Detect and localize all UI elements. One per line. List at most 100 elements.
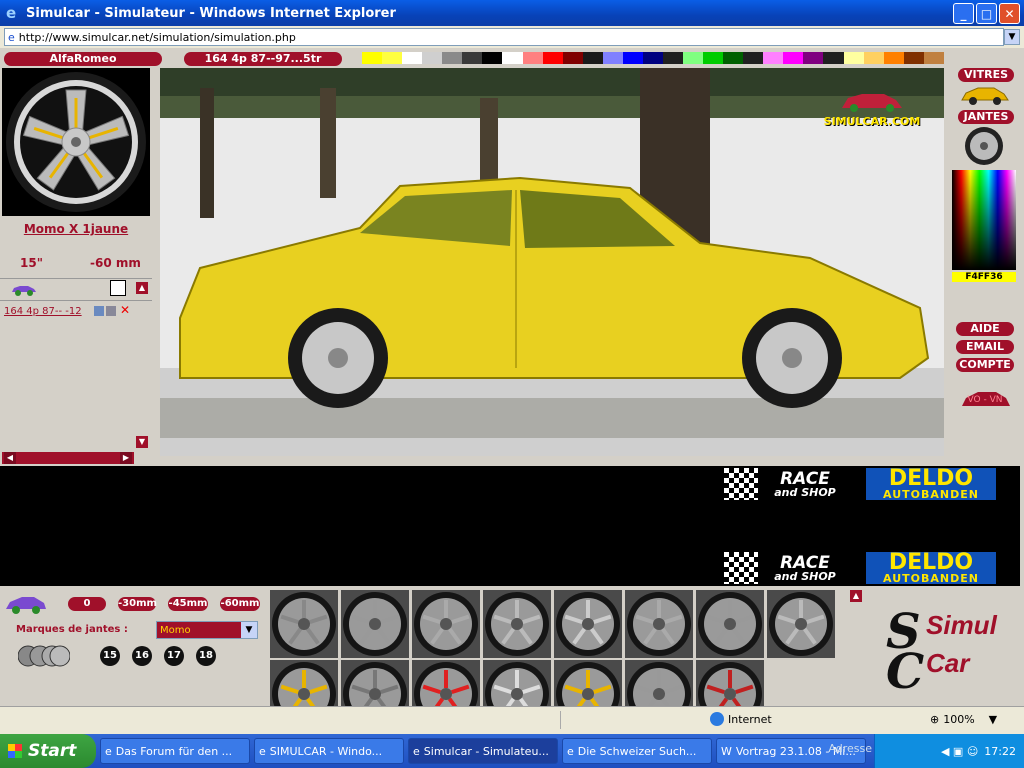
- horizontal-scrollbar[interactable]: [2, 452, 134, 464]
- palette-swatch[interactable]: [362, 52, 383, 64]
- offset-0-button[interactable]: 0: [68, 597, 106, 611]
- palette-swatch[interactable]: [562, 52, 583, 64]
- car-window-icon[interactable]: [960, 84, 1010, 106]
- wheel-thumbnail[interactable]: [554, 660, 622, 706]
- wheel-thumbnail[interactable]: [341, 660, 409, 706]
- color-spectrum-picker[interactable]: [952, 170, 1016, 270]
- close-button[interactable]: ✕: [999, 3, 1020, 24]
- zoom-control[interactable]: ⊕ 100% ▼: [930, 713, 997, 726]
- taskbar-item[interactable]: e SIMULCAR - Windo...: [254, 738, 404, 764]
- simulcar-logo-top[interactable]: SIMULCAR.COM: [822, 88, 922, 128]
- size-15-button[interactable]: 15: [100, 646, 120, 666]
- palette-swatch[interactable]: [743, 52, 764, 64]
- palette-swatch[interactable]: [803, 52, 824, 64]
- palette-swatch[interactable]: [502, 52, 523, 64]
- palette-swatch[interactable]: [602, 52, 623, 64]
- wheel-thumbnail[interactable]: [483, 590, 551, 658]
- color-palette[interactable]: [362, 52, 944, 64]
- save-icon[interactable]: [110, 280, 126, 296]
- url-dropdown-button[interactable]: ▼: [1004, 29, 1020, 45]
- palette-swatch[interactable]: [903, 52, 924, 64]
- palette-swatch[interactable]: [462, 52, 483, 64]
- tray-icons[interactable]: ◀ ▣ ☺: [941, 745, 978, 758]
- email-button[interactable]: EMAIL: [956, 340, 1014, 354]
- palette-swatch[interactable]: [522, 52, 543, 64]
- palette-swatch[interactable]: [883, 52, 904, 64]
- palette-swatch[interactable]: [622, 52, 643, 64]
- wheel-thumbnail[interactable]: [270, 660, 338, 706]
- scroll-right-button[interactable]: ▶: [120, 452, 132, 464]
- palette-swatch[interactable]: [863, 52, 884, 64]
- edit-icon[interactable]: [94, 306, 104, 316]
- wheel-thumbnail[interactable]: [696, 660, 764, 706]
- start-button[interactable]: Start: [0, 734, 96, 768]
- palette-swatch[interactable]: [823, 52, 844, 64]
- wheel-offset: -60 mm: [90, 256, 141, 270]
- wheel-thumbnail[interactable]: [412, 590, 480, 658]
- palette-swatch[interactable]: [703, 52, 724, 64]
- deldo-ad[interactable]: DELDO AUTOBANDEN: [866, 467, 996, 500]
- race-shop-ad[interactable]: RACE and SHOP: [724, 552, 852, 584]
- palette-swatch[interactable]: [642, 52, 663, 64]
- thumbs-scroll-up-button[interactable]: ▲: [850, 590, 862, 602]
- taskbar-item-label: Die Schweizer Such...: [577, 744, 697, 758]
- wheel-thumbnail[interactable]: [270, 590, 338, 658]
- minimize-button[interactable]: _: [953, 3, 974, 24]
- palette-swatch[interactable]: [442, 52, 463, 64]
- palette-swatch[interactable]: [683, 52, 704, 64]
- wheel-name-link[interactable]: Momo X 1jaune: [0, 222, 152, 236]
- wheels-stack-icon[interactable]: [17, 644, 71, 668]
- brand-select[interactable]: Momo ▼: [156, 621, 258, 639]
- aide-button[interactable]: AIDE: [956, 322, 1014, 336]
- palette-swatch[interactable]: [763, 52, 784, 64]
- jantes-button[interactable]: JANTES: [958, 110, 1014, 124]
- palette-swatch[interactable]: [422, 52, 443, 64]
- palette-swatch[interactable]: [382, 52, 403, 64]
- palette-swatch[interactable]: [923, 52, 944, 64]
- palette-swatch[interactable]: [542, 52, 563, 64]
- palette-swatch[interactable]: [482, 52, 503, 64]
- car-small-icon[interactable]: [4, 594, 48, 614]
- maximize-button[interactable]: □: [976, 3, 997, 24]
- deldo-ad[interactable]: DELDO AUTOBANDEN: [866, 551, 996, 584]
- url-field[interactable]: e http://www.simulcar.net/simulation/sim…: [4, 28, 1004, 46]
- copy-icon[interactable]: [106, 306, 116, 316]
- delete-icon[interactable]: ✕: [120, 303, 130, 317]
- taskbar-item[interactable]: e Das Forum für den ...: [100, 738, 250, 764]
- offset-45-button[interactable]: -45mm: [168, 597, 208, 611]
- size-17-button[interactable]: 17: [164, 646, 184, 666]
- scroll-up-button[interactable]: ▲: [136, 282, 148, 294]
- wheel-thumbnail[interactable]: [625, 590, 693, 658]
- scroll-left-button[interactable]: ◀: [4, 452, 16, 464]
- car-icon[interactable]: [10, 282, 38, 296]
- compte-button[interactable]: COMPTE: [956, 358, 1014, 372]
- wheel-thumbnail[interactable]: [554, 590, 622, 658]
- vo-vn-button[interactable]: VO - VN: [958, 388, 1012, 412]
- palette-swatch[interactable]: [402, 52, 423, 64]
- rim-icon[interactable]: [964, 126, 1004, 166]
- taskbar-item-active[interactable]: e Simulcar - Simulateu...: [408, 738, 558, 764]
- size-18-button[interactable]: 18: [196, 646, 216, 666]
- saved-config-link[interactable]: 164 4p 87-- -12: [4, 306, 82, 317]
- palette-swatch[interactable]: [723, 52, 744, 64]
- wheel-thumbnail[interactable]: [625, 660, 693, 706]
- palette-swatch[interactable]: [843, 52, 864, 64]
- taskbar-item[interactable]: e Die Schweizer Such...: [562, 738, 712, 764]
- race-shop-ad[interactable]: RACE and SHOP: [724, 468, 852, 500]
- address-toolbar-label[interactable]: Adresse: [828, 742, 872, 755]
- palette-swatch[interactable]: [783, 52, 804, 64]
- brand-pill[interactable]: AlfaRomeo: [4, 52, 162, 66]
- offset-30-button[interactable]: -30mm: [118, 597, 157, 611]
- wheel-thumbnail[interactable]: [483, 660, 551, 706]
- vitres-button[interactable]: VITRES: [958, 68, 1014, 82]
- wheel-thumbnail[interactable]: [767, 590, 835, 658]
- palette-swatch[interactable]: [662, 52, 683, 64]
- wheel-thumbnail[interactable]: [341, 590, 409, 658]
- offset-60-button[interactable]: -60mm: [220, 597, 260, 611]
- wheel-thumbnail[interactable]: [412, 660, 480, 706]
- wheel-thumbnail[interactable]: [696, 590, 764, 658]
- palette-swatch[interactable]: [582, 52, 603, 64]
- size-16-button[interactable]: 16: [132, 646, 152, 666]
- scroll-down-button[interactable]: ▼: [136, 436, 148, 448]
- model-pill[interactable]: 164 4p 87--97...5tr: [184, 52, 342, 66]
